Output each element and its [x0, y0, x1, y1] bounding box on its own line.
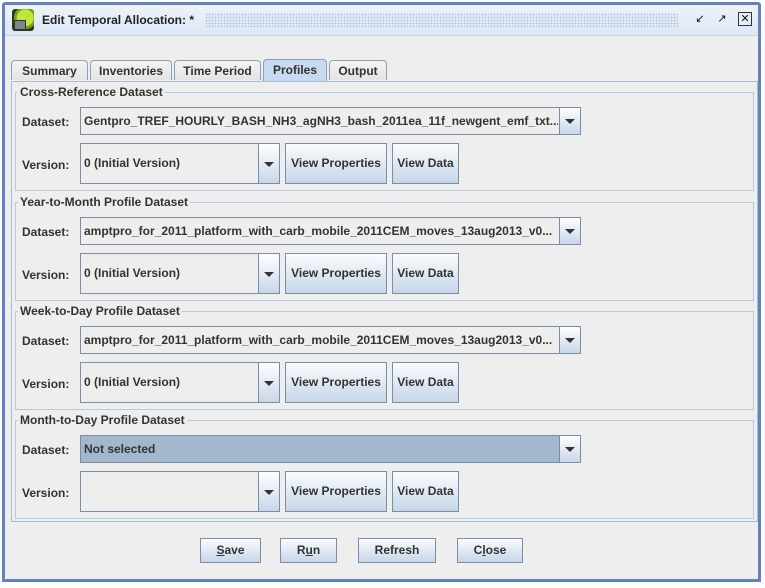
dataset-label: Dataset: [22, 334, 70, 348]
chevron-down-icon[interactable] [559, 218, 580, 244]
month-to-day-version-combo[interactable] [80, 471, 280, 512]
close-button[interactable]: Close [457, 538, 523, 563]
year-to-month-version-combo[interactable]: 0 (Initial Version) [80, 253, 280, 294]
tab-profiles[interactable]: Profiles [263, 59, 327, 81]
run-mnemonic: u [305, 543, 313, 557]
chevron-down-icon[interactable] [258, 363, 279, 402]
cross-reference-dataset-combo[interactable]: Gentpro_TREF_HOURLY_BASH_NH3_agNH3_bash_… [80, 107, 581, 135]
year-to-month-profile-group: Year-to-Month Profile Dataset Dataset: a… [15, 195, 754, 301]
combo-value: amptpro_for_2011_platform_with_carb_mobi… [84, 224, 553, 238]
chevron-down-icon[interactable] [559, 327, 580, 353]
group-title: Year-to-Month Profile Dataset [18, 195, 191, 209]
view-data-button[interactable]: View Data [392, 143, 459, 184]
view-data-button[interactable]: View Data [392, 471, 459, 512]
group-title: Cross-Reference Dataset [18, 85, 165, 99]
chevron-down-icon[interactable] [258, 144, 279, 183]
tab-summary[interactable]: Summary [11, 60, 88, 80]
chevron-down-icon[interactable] [258, 472, 279, 511]
combo-value: Not selected [84, 442, 156, 456]
minimize-icon[interactable]: ↙ [693, 12, 707, 26]
close-label-pre: C [473, 543, 483, 557]
cross-reference-dataset-group: Cross-Reference Dataset Dataset: Gentpro… [15, 85, 754, 191]
view-properties-button[interactable]: View Properties [285, 471, 387, 512]
view-properties-button[interactable]: View Properties [285, 362, 387, 403]
week-to-day-version-combo[interactable]: 0 (Initial Version) [80, 362, 280, 403]
app-logo-icon [12, 9, 34, 31]
window-title: Edit Temporal Allocation: * [42, 13, 195, 27]
version-label: Version: [22, 268, 70, 282]
dataset-label: Dataset: [22, 443, 70, 457]
tab-inventories[interactable]: Inventories [90, 60, 172, 80]
title-bar[interactable]: Edit Temporal Allocation: * ↙ ↗ ✕ [5, 5, 758, 36]
week-to-day-profile-group: Week-to-Day Profile Dataset Dataset: amp… [15, 304, 754, 410]
chevron-down-icon[interactable] [258, 254, 279, 293]
combo-value: amptpro_for_2011_platform_with_carb_mobi… [84, 333, 553, 347]
month-to-day-dataset-combo[interactable]: Not selected [80, 435, 581, 463]
combo-value: 0 (Initial Version) [84, 156, 181, 170]
dataset-label: Dataset: [22, 225, 70, 239]
combo-value: Gentpro_TREF_HOURLY_BASH_NH3_agNH3_bash_… [84, 114, 558, 128]
run-label-rest: n [312, 543, 321, 557]
cross-reference-version-combo[interactable]: 0 (Initial Version) [80, 143, 280, 184]
run-button[interactable]: Run [280, 538, 337, 563]
version-label: Version: [22, 158, 70, 172]
tab-time-period[interactable]: Time Period [174, 60, 261, 80]
dataset-label: Dataset: [22, 115, 70, 129]
version-label: Version: [22, 486, 70, 500]
tab-output[interactable]: Output [329, 60, 387, 80]
group-title: Week-to-Day Profile Dataset [18, 304, 182, 318]
close-icon[interactable]: ✕ [738, 12, 752, 26]
month-to-day-profile-group: Month-to-Day Profile Dataset Dataset: No… [15, 413, 754, 519]
week-to-day-dataset-combo[interactable]: amptpro_for_2011_platform_with_carb_mobi… [80, 326, 581, 354]
combo-value: 0 (Initial Version) [84, 375, 181, 389]
close-label-rest: ose [485, 543, 507, 557]
combo-value: 0 (Initial Version) [84, 266, 181, 280]
view-properties-button[interactable]: View Properties [285, 143, 387, 184]
version-label: Version: [22, 377, 70, 391]
maximize-icon[interactable]: ↗ [715, 12, 729, 26]
chevron-down-icon[interactable] [559, 108, 580, 134]
view-data-button[interactable]: View Data [392, 362, 459, 403]
chevron-down-icon[interactable] [559, 436, 580, 462]
year-to-month-dataset-combo[interactable]: amptpro_for_2011_platform_with_carb_mobi… [80, 217, 581, 245]
save-button[interactable]: Save [200, 538, 261, 563]
view-data-button[interactable]: View Data [392, 253, 459, 294]
edit-temporal-allocation-window: Edit Temporal Allocation: * ↙ ↗ ✕ Summar… [2, 2, 761, 582]
profiles-panel: Cross-Reference Dataset Dataset: Gentpro… [11, 81, 758, 522]
title-bar-grip [205, 13, 678, 27]
save-label-rest: ave [224, 543, 245, 557]
view-properties-button[interactable]: View Properties [285, 253, 387, 294]
refresh-button[interactable]: Refresh [358, 538, 436, 563]
group-title: Month-to-Day Profile Dataset [18, 413, 187, 427]
